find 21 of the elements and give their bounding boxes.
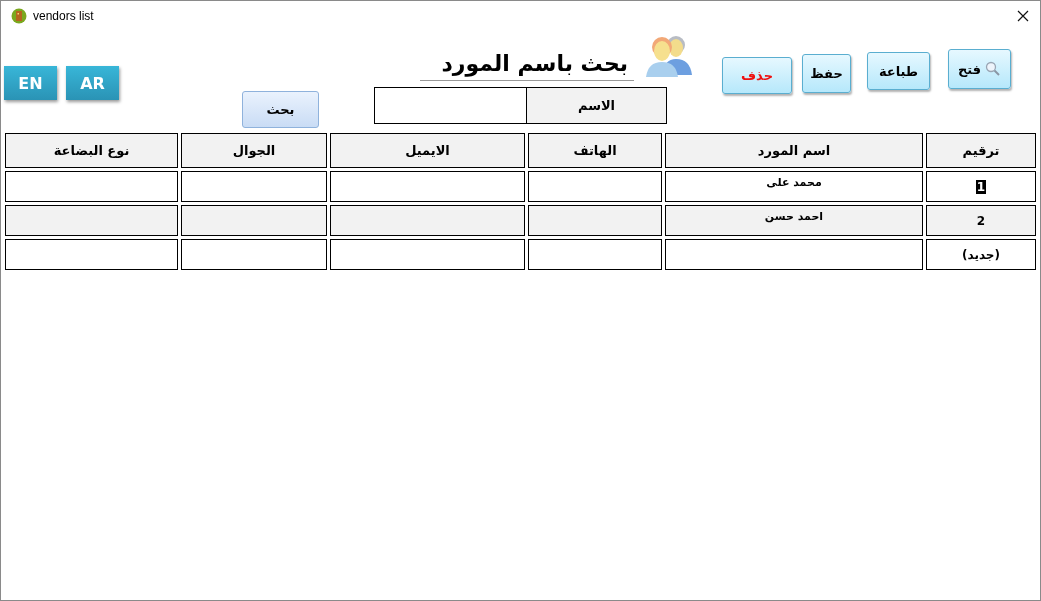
column-header: ترقيم — [926, 133, 1036, 168]
action-button[interactable]: فتح — [948, 49, 1011, 89]
row-number[interactable]: 2 — [975, 213, 987, 228]
column-header: الايميل — [330, 133, 525, 168]
app-icon — [11, 8, 27, 24]
search-icon — [985, 61, 1002, 77]
action-button[interactable]: حذف — [722, 57, 792, 94]
column-header: نوع البضاعة — [5, 133, 178, 168]
column-header: الهاتف — [528, 133, 662, 168]
heading: بحث باسم المورد — [419, 51, 634, 81]
search-button[interactable]: بحث — [242, 91, 319, 128]
column-header: اسم المورد — [665, 133, 923, 168]
close-icon[interactable] — [1017, 10, 1029, 22]
action-button[interactable]: حفظ — [802, 54, 851, 93]
row-number[interactable]: 1 — [975, 179, 987, 194]
column-header: الجوال — [181, 133, 327, 168]
row-number[interactable]: (جديد) — [961, 247, 1001, 262]
table-cell: احمد حسن — [665, 205, 923, 236]
action-button[interactable]: طباعة — [867, 52, 930, 90]
table-cell: محمد على — [665, 171, 923, 202]
window-title: vendors list — [33, 9, 94, 23]
